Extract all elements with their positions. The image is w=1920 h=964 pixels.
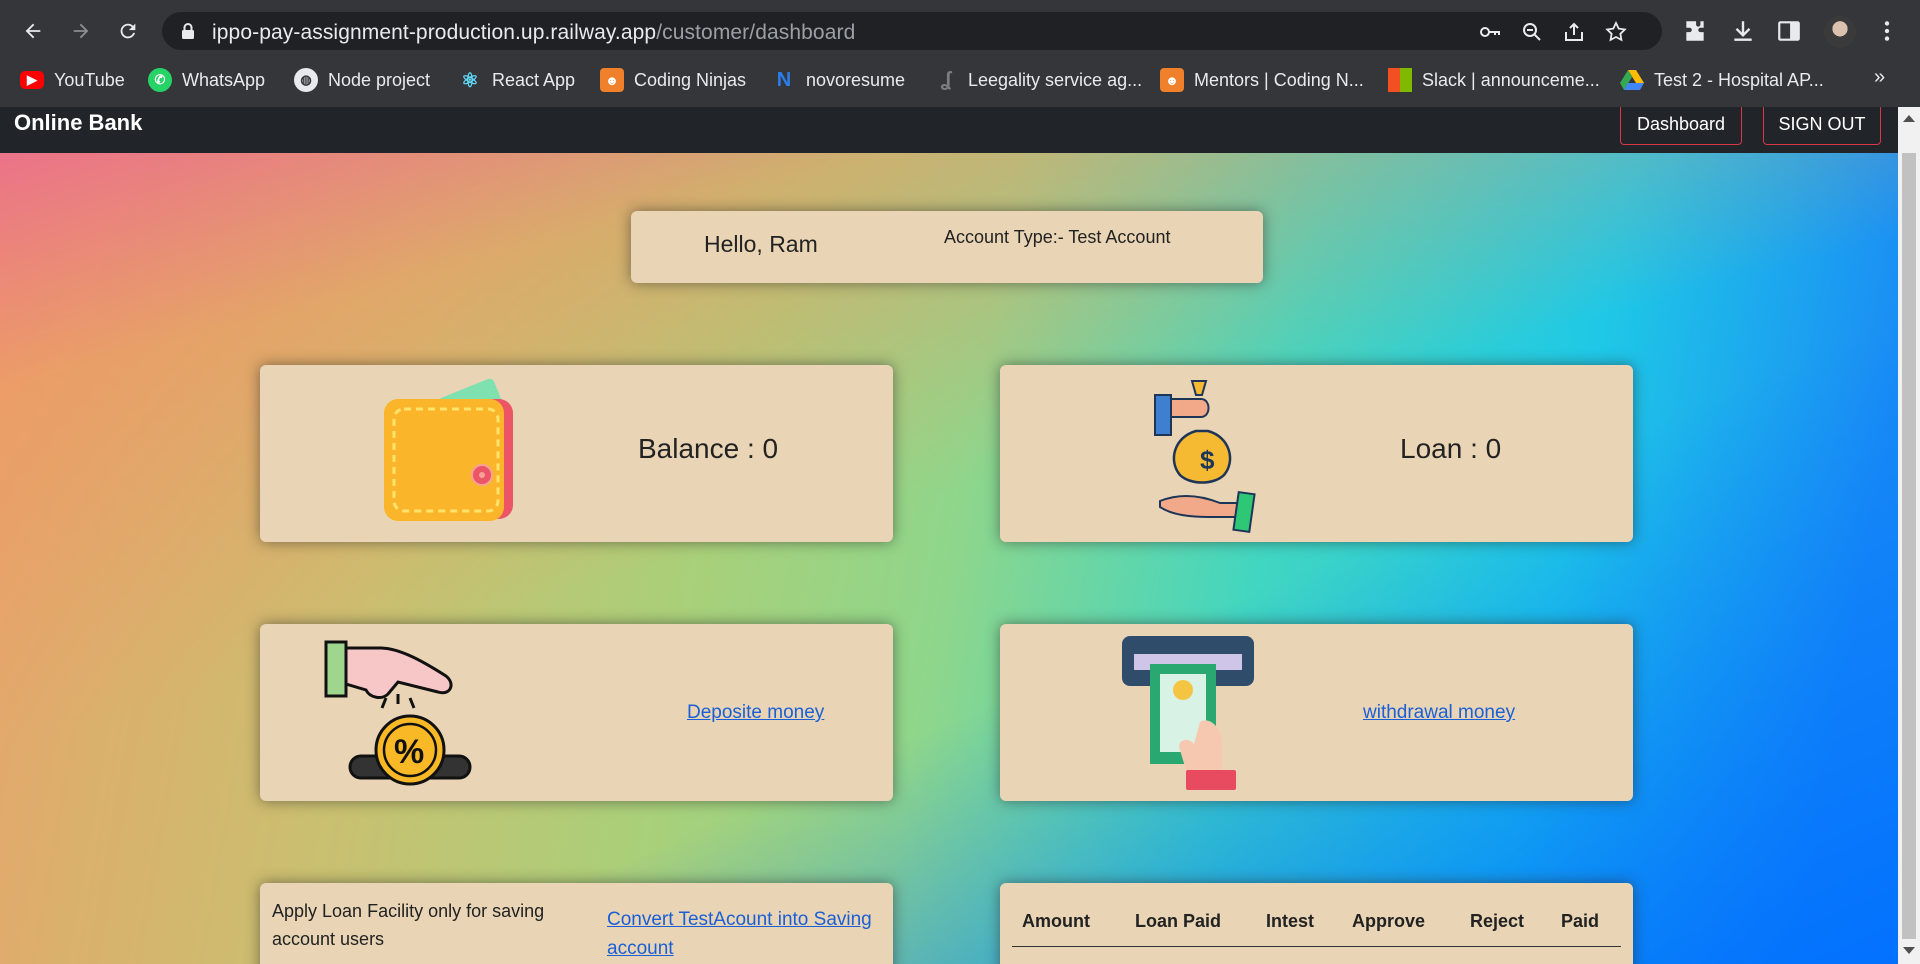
profile-avatar[interactable] bbox=[1824, 16, 1856, 48]
page-viewport: Online Bank Dashboard SIGN OUT Hello, Ra… bbox=[0, 107, 1920, 964]
scroll-up-arrow-icon[interactable] bbox=[1903, 115, 1915, 122]
money-bag-hand-icon: $ bbox=[1154, 380, 1256, 534]
balance-text: Balance : 0 bbox=[638, 433, 779, 464]
page-scrollbar[interactable] bbox=[1898, 107, 1920, 964]
bookmarks-more-button[interactable]: » bbox=[1874, 66, 1885, 89]
bookmark-label: Node project bbox=[328, 69, 431, 90]
bookmark-label: YouTube bbox=[54, 69, 125, 90]
bookmark-youtube[interactable]: ▶ YouTube bbox=[20, 66, 125, 94]
balance-card: Balance : 0 bbox=[260, 365, 893, 542]
bookmark-test-2[interactable]: Test 2 - Hospital AP... bbox=[1620, 66, 1824, 94]
scrollbar-thumb[interactable] bbox=[1902, 153, 1916, 939]
bookmark-coding-ninjas[interactable]: ☻ Coding Ninjas bbox=[600, 66, 746, 94]
bookmark-whatsapp[interactable]: ✆ WhatsApp bbox=[148, 66, 265, 94]
forward-button[interactable] bbox=[64, 14, 98, 48]
leegality-icon: ʆ bbox=[940, 68, 952, 91]
deposit-card: % Deposite money bbox=[260, 624, 893, 801]
greeting-text: Hello, Ram bbox=[704, 231, 818, 257]
loan-text: Loan : 0 bbox=[1400, 433, 1502, 464]
bookmark-label: WhatsApp bbox=[182, 69, 266, 90]
bookmark-mentors-coding-ninjas[interactable]: ☻ Mentors | Coding N... bbox=[1160, 66, 1364, 94]
browser-toolbar: ippo-pay-assignment-production.up.railwa… bbox=[0, 8, 1920, 54]
column-header-intest: Intest bbox=[1266, 911, 1315, 931]
apply-loan-text: Apply Loan Facility only for saving acco… bbox=[272, 901, 545, 949]
star-icon[interactable] bbox=[1604, 20, 1628, 44]
deposit-coin-icon: % bbox=[324, 640, 472, 786]
deposit-money-link[interactable]: Deposite money bbox=[687, 702, 824, 724]
coding-ninjas-icon: ☻ bbox=[1160, 68, 1184, 92]
svg-text:%: % bbox=[394, 733, 424, 771]
lock-icon bbox=[182, 23, 194, 39]
bookmark-label: Mentors | Coding N... bbox=[1194, 69, 1364, 90]
bookmark-leegality[interactable]: ʆ Leegality service ag... bbox=[934, 66, 1143, 94]
whatsapp-icon: ✆ bbox=[148, 68, 172, 92]
zoom-icon[interactable] bbox=[1520, 20, 1544, 44]
novoresume-icon: N bbox=[776, 68, 792, 91]
account-type-text: Account Type:- Test Account bbox=[944, 227, 1171, 247]
app-navbar: Online Bank Dashboard SIGN OUT bbox=[0, 107, 1898, 153]
microsoft-icon bbox=[1388, 68, 1412, 92]
bookmark-label: novoresume bbox=[806, 69, 906, 90]
scroll-down-arrow-icon[interactable] bbox=[1903, 947, 1915, 954]
share-icon[interactable] bbox=[1562, 20, 1586, 44]
bookmark-label: React App bbox=[492, 69, 576, 90]
table-divider bbox=[1012, 946, 1621, 947]
bookmark-slack[interactable]: Slack | announceme... bbox=[1388, 66, 1600, 94]
greeting-card: Hello, Ram Account Type:- Test Account bbox=[631, 211, 1263, 283]
reload-icon bbox=[120, 23, 136, 39]
bookmark-react-app[interactable]: ⚛ React App bbox=[458, 66, 575, 94]
back-button[interactable] bbox=[16, 14, 50, 48]
url-path: /customer/dashboard bbox=[656, 21, 856, 44]
bookmark-label: Coding Ninjas bbox=[634, 69, 747, 90]
react-icon: ⚛ bbox=[461, 69, 479, 92]
reload-button[interactable] bbox=[111, 14, 145, 48]
arrow-right-icon bbox=[73, 23, 89, 39]
wallet-icon bbox=[384, 378, 513, 521]
arrow-left-icon bbox=[25, 23, 41, 39]
youtube-icon: ▶ bbox=[20, 71, 44, 89]
column-header-loan-paid: Loan Paid bbox=[1135, 911, 1222, 931]
apply-loan-card: Apply Loan Facility only for saving acco… bbox=[260, 883, 893, 964]
google-drive-icon bbox=[1620, 68, 1644, 92]
side-panel-icon[interactable] bbox=[1776, 18, 1802, 44]
column-header-reject: Reject bbox=[1470, 911, 1525, 931]
loan-card: $ Loan : 0 bbox=[1000, 365, 1633, 542]
convert-account-link[interactable]: Convert TestAcount into Saving account bbox=[607, 905, 887, 963]
url-text: ippo-pay-assignment-production.up.railwa… bbox=[212, 21, 855, 45]
url-host: ippo-pay-assignment-production.up.railwa… bbox=[212, 21, 657, 44]
loan-table-card: Amount Loan Paid Intest Approve Reject P… bbox=[1000, 883, 1633, 964]
svg-text:$: $ bbox=[1200, 445, 1215, 475]
coding-ninjas-icon: ☻ bbox=[600, 68, 624, 92]
withdrawal-money-link[interactable]: withdrawal money bbox=[1363, 702, 1515, 724]
bookmark-novoresume[interactable]: N novoresume bbox=[772, 66, 905, 94]
brand-title[interactable]: Online Bank bbox=[14, 110, 142, 136]
key-icon[interactable] bbox=[1478, 20, 1502, 44]
bookmarks-bar: ▶ YouTube ✆ WhatsApp ◍ Node project ⚛ Re… bbox=[0, 62, 1920, 98]
column-header-approve: Approve bbox=[1352, 911, 1426, 931]
browser-chrome: ippo-pay-assignment-production.up.railwa… bbox=[0, 0, 1920, 107]
download-icon[interactable] bbox=[1730, 18, 1756, 44]
withdraw-card: withdrawal money bbox=[1000, 624, 1633, 801]
dashboard-background: Hello, Ram Account Type:- Test Account B… bbox=[0, 153, 1898, 964]
address-bar[interactable]: ippo-pay-assignment-production.up.railwa… bbox=[162, 12, 1662, 50]
bookmark-label: Leegality service ag... bbox=[968, 69, 1143, 90]
menu-dots-icon[interactable] bbox=[1874, 18, 1900, 44]
sign-out-button[interactable]: SIGN OUT bbox=[1763, 107, 1881, 145]
bookmark-node-project[interactable]: ◍ Node project bbox=[294, 66, 430, 94]
globe-icon: ◍ bbox=[294, 68, 318, 92]
bookmark-label: Slack | announceme... bbox=[1422, 69, 1600, 90]
column-header-amount: Amount bbox=[1022, 911, 1090, 931]
extensions-icon[interactable] bbox=[1682, 18, 1708, 44]
dashboard-button[interactable]: Dashboard bbox=[1620, 107, 1742, 145]
atm-withdraw-icon bbox=[1122, 636, 1254, 790]
column-header-paid: Paid bbox=[1561, 911, 1600, 931]
bookmark-label: Test 2 - Hospital AP... bbox=[1654, 69, 1824, 90]
